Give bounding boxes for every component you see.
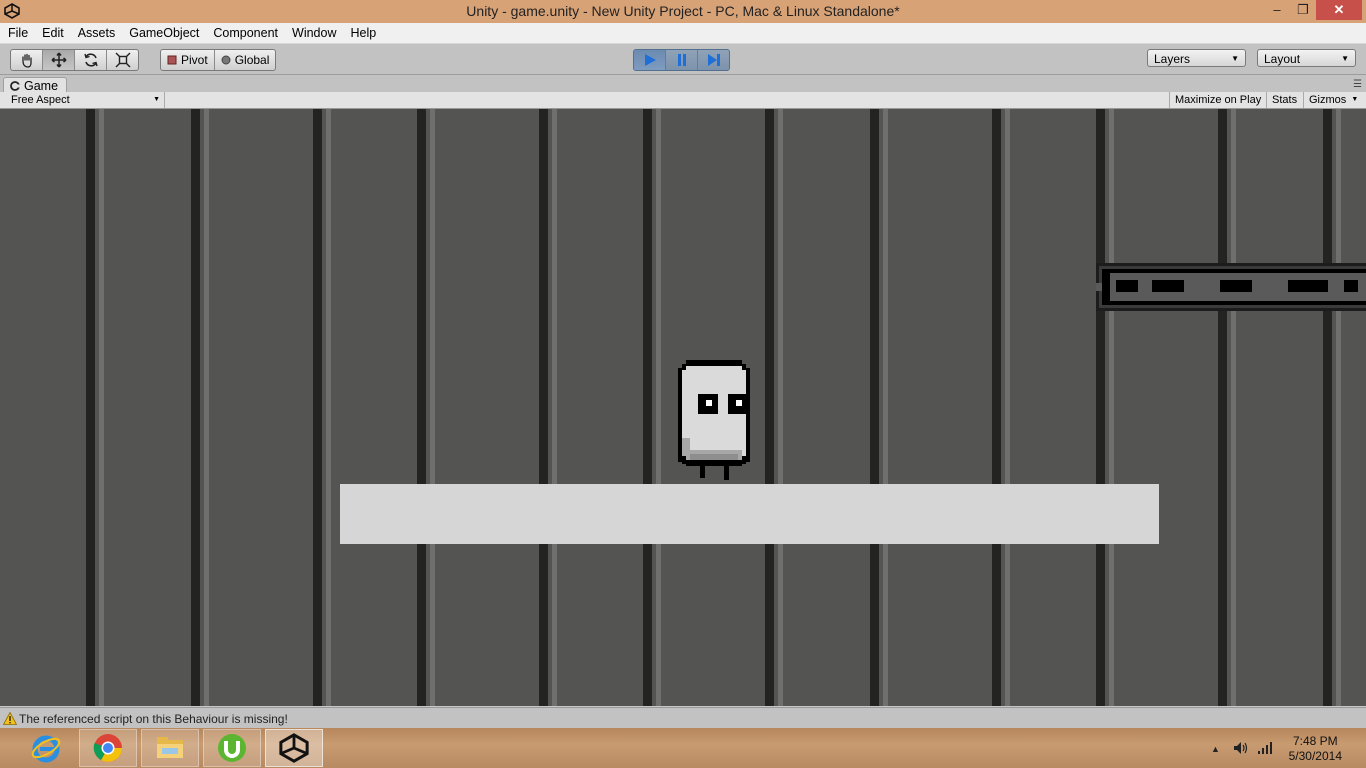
global-label: Global bbox=[234, 53, 270, 67]
rotate-icon bbox=[83, 53, 98, 67]
step-icon bbox=[707, 54, 720, 66]
taskbar-chrome[interactable] bbox=[79, 729, 137, 767]
pivot-label: Pivot bbox=[181, 53, 208, 67]
metal-bar-platform bbox=[1096, 263, 1366, 311]
gizmos-label: Gizmos bbox=[1309, 94, 1347, 106]
menu-bar: File Edit Assets GameObject Component Window H… bbox=[0, 23, 1366, 44]
pause-button[interactable] bbox=[666, 50, 698, 70]
show-hidden-icons[interactable]: ▲ bbox=[1211, 744, 1220, 754]
layers-dropdown[interactable]: Layers ▼ bbox=[1147, 49, 1246, 67]
menu-gameobject[interactable]: GameObject bbox=[122, 23, 206, 43]
title-bar: Unity - game.unity - New Unity Project -… bbox=[0, 0, 1366, 23]
move-icon bbox=[51, 52, 66, 68]
chrome-icon bbox=[93, 734, 122, 762]
pivot-icon bbox=[167, 55, 177, 65]
maximize-on-play-toggle[interactable]: Maximize on Play bbox=[1169, 92, 1266, 108]
chevron-down-icon: ▼ bbox=[1231, 54, 1239, 63]
utorrent-icon bbox=[218, 734, 246, 762]
aspect-dropdown[interactable]: Free Aspect ▼ bbox=[5, 92, 165, 108]
panel-menu-icon[interactable]: ☰ bbox=[1353, 79, 1362, 90]
pivot-toggle[interactable]: Pivot bbox=[161, 50, 215, 70]
unity-icon bbox=[279, 733, 309, 763]
hand-icon bbox=[21, 53, 32, 68]
player-character bbox=[678, 360, 750, 480]
taskbar-file-explorer[interactable] bbox=[141, 729, 199, 767]
layout-label: Layout bbox=[1264, 52, 1301, 66]
menu-component[interactable]: Component bbox=[206, 23, 285, 43]
main-toolbar: Pivot Global Layers ▼ Layout ▼ bbox=[0, 44, 1366, 75]
internet-explorer-icon bbox=[31, 735, 61, 763]
chevron-down-icon: ▼ bbox=[153, 96, 160, 103]
clock-time: 7:48 PM bbox=[1292, 734, 1338, 748]
network-icon[interactable] bbox=[1257, 741, 1273, 755]
transform-tools bbox=[10, 49, 139, 71]
warning-icon bbox=[3, 712, 17, 725]
globe-icon bbox=[221, 55, 231, 65]
minimize-button[interactable]: – bbox=[1264, 0, 1290, 20]
scale-tool-button[interactable] bbox=[107, 50, 138, 70]
menu-assets[interactable]: Assets bbox=[71, 23, 123, 43]
tab-game-label: Game bbox=[24, 78, 59, 93]
ground-platform bbox=[340, 484, 1159, 544]
scale-icon bbox=[115, 52, 130, 68]
menu-file[interactable]: File bbox=[0, 23, 35, 43]
taskbar-internet-explorer[interactable] bbox=[17, 729, 75, 767]
aspect-label: Free Aspect bbox=[11, 94, 70, 106]
pivot-global-toggles: Pivot Global bbox=[160, 49, 277, 71]
window-title: Unity - game.unity - New Unity Project -… bbox=[466, 3, 900, 19]
play-button[interactable] bbox=[634, 50, 666, 70]
system-clock[interactable]: 7:48 PM 5/30/2014 bbox=[1289, 734, 1342, 764]
taskbar-utorrent[interactable] bbox=[203, 729, 261, 767]
menu-edit[interactable]: Edit bbox=[35, 23, 71, 43]
hand-tool-button[interactable] bbox=[11, 50, 43, 70]
windows-taskbar: ▲ 7:48 PM 5/30/2014 bbox=[0, 728, 1366, 768]
layout-dropdown[interactable]: Layout ▼ bbox=[1257, 49, 1356, 67]
file-explorer-icon bbox=[157, 737, 183, 758]
tab-game[interactable]: Game bbox=[3, 77, 68, 93]
global-toggle[interactable]: Global bbox=[215, 50, 276, 70]
console-status-bar[interactable]: The referenced script on this Behaviour … bbox=[0, 707, 1366, 729]
rotate-tool-button[interactable] bbox=[75, 50, 107, 70]
menu-window[interactable]: Window bbox=[285, 23, 343, 43]
step-button[interactable] bbox=[698, 50, 729, 70]
game-controller-icon bbox=[10, 80, 20, 91]
layers-label: Layers bbox=[1154, 52, 1191, 66]
game-view-toolbar: Free Aspect ▼ Maximize on Play Stats Giz… bbox=[0, 92, 1366, 109]
close-button[interactable]: ✕ bbox=[1316, 0, 1362, 20]
maximize-button[interactable]: ❐ bbox=[1290, 0, 1316, 20]
play-icon bbox=[644, 54, 656, 66]
move-tool-button[interactable] bbox=[43, 50, 75, 70]
game-view[interactable] bbox=[0, 109, 1366, 706]
play-controls bbox=[633, 49, 730, 71]
stats-toggle[interactable]: Stats bbox=[1266, 92, 1302, 108]
chevron-down-icon: ▼ bbox=[1351, 96, 1359, 103]
menu-help[interactable]: Help bbox=[343, 23, 383, 43]
taskbar-unity[interactable] bbox=[265, 729, 323, 767]
pause-icon bbox=[677, 54, 686, 66]
status-message: The referenced script on this Behaviour … bbox=[19, 712, 288, 726]
gizmos-toggle[interactable]: Gizmos ▼ bbox=[1303, 92, 1360, 108]
volume-icon[interactable] bbox=[1233, 741, 1249, 755]
clock-date: 5/30/2014 bbox=[1288, 749, 1342, 763]
game-tab-bar: Game ☰ bbox=[0, 75, 1366, 93]
chevron-down-icon: ▼ bbox=[1341, 54, 1349, 63]
